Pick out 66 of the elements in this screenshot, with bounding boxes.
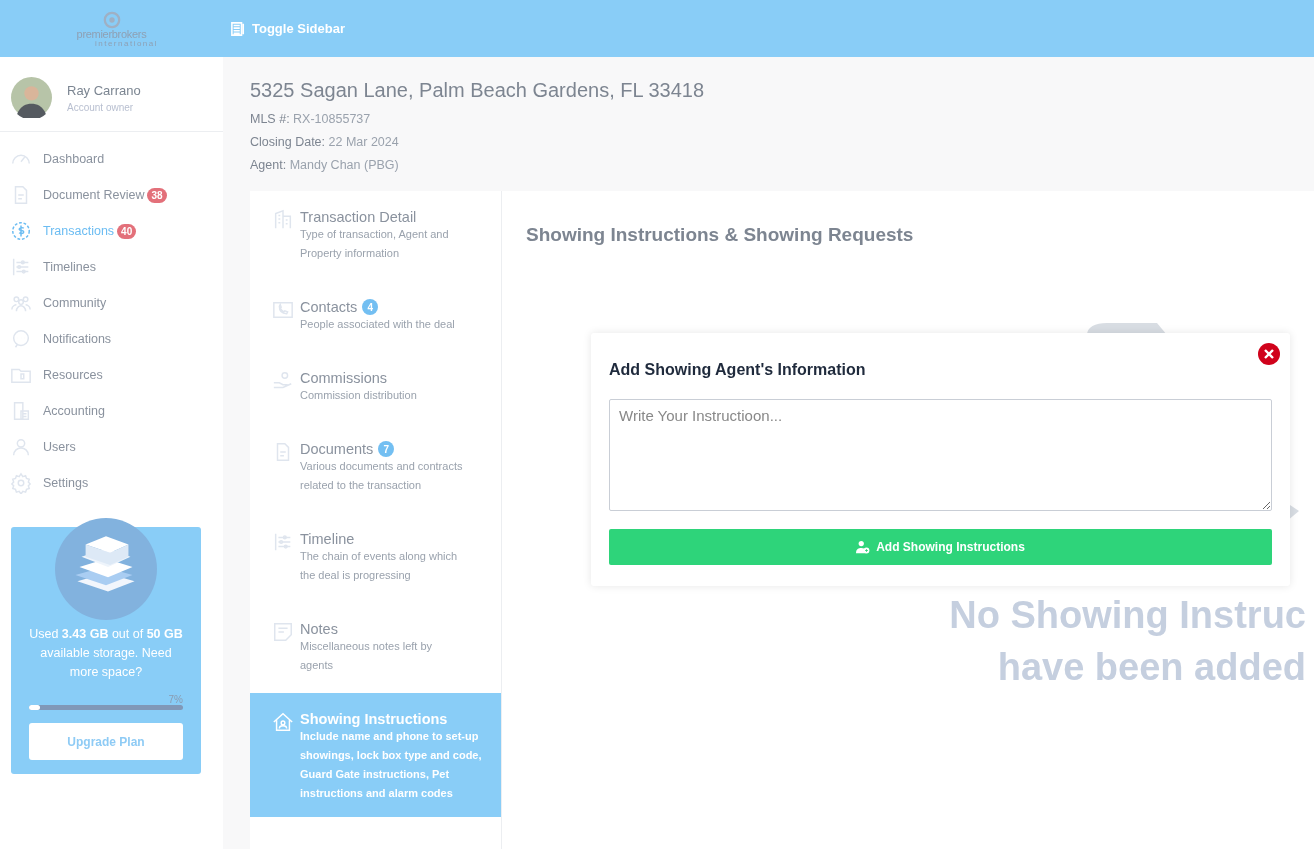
- property-field: Agent: Mandy Chan (PBG): [250, 154, 1314, 177]
- section-title: Timeline: [300, 531, 355, 547]
- section-tab[interactable]: Transaction Detail Type of transaction, Agent and Property information: [250, 191, 501, 281]
- nav-item[interactable]: Dashboard: [0, 141, 223, 177]
- section-tab[interactable]: Commissions Commission distribution: [250, 352, 501, 423]
- logo-text: premierbrokers: [76, 29, 147, 40]
- add-showing-instructions-button[interactable]: Add Showing Instructions: [609, 529, 1272, 565]
- nav-item[interactable]: Document Review 38: [0, 177, 223, 213]
- section-title: Transaction Detail: [300, 209, 417, 225]
- toggle-sidebar-button[interactable]: Toggle Sidebar: [231, 21, 345, 36]
- upgrade-plan-button[interactable]: Upgrade Plan: [29, 723, 183, 760]
- section-title: Contacts: [300, 299, 358, 315]
- nav-item[interactable]: Settings: [0, 465, 223, 501]
- building-icon: [272, 209, 294, 231]
- section-description: People associated with the deal: [300, 317, 455, 332]
- user-name: Ray Carrano: [67, 82, 141, 98]
- nav-item[interactable]: Timelines: [0, 249, 223, 285]
- chat-icon: [10, 328, 32, 350]
- count-badge: 7: [378, 441, 395, 457]
- property-address: 5325 Sagan Lane, Palm Beach Gardens, FL 33418: [250, 79, 706, 102]
- section-tab[interactable]: Timeline The chain of events along which the deal is progressing: [250, 513, 501, 603]
- property-field: MLS #: RX-10855737: [250, 108, 1314, 131]
- modal-title: Add Showing Agent's Information: [609, 361, 867, 379]
- section-description: Type of transaction, Agent and Property information: [300, 227, 450, 261]
- percent-label: 7%: [168, 694, 183, 705]
- user-add-icon: [856, 540, 871, 554]
- section-title: Documents: [300, 441, 374, 457]
- panel-title: Showing Instructions & Showing Requests: [526, 224, 915, 246]
- settings-icon: [10, 472, 32, 494]
- storage-text: Used 3.43 GB out of 50 GB available storage. Need more space?: [29, 626, 183, 681]
- empty-state-text: have been added: [997, 645, 1306, 690]
- logo-icon: [102, 11, 121, 29]
- property-field: Closing Date: 22 Mar 2024: [250, 131, 1314, 154]
- note-icon: [272, 621, 294, 643]
- nav-item[interactable]: Community: [0, 285, 223, 321]
- nav-item[interactable]: Accounting: [0, 393, 223, 429]
- nav-item[interactable]: Resources: [0, 357, 223, 393]
- close-button[interactable]: [1258, 343, 1280, 365]
- nav-item[interactable]: Users: [0, 429, 223, 465]
- empty-state-text: No Showing Instruc: [949, 593, 1306, 638]
- section-description: Miscellaneous notes left by agents: [300, 639, 434, 673]
- section-title: Showing Instructions: [300, 711, 448, 727]
- section-tab[interactable]: Notes Miscellaneous notes left by agents: [250, 603, 501, 693]
- house-icon: [272, 711, 294, 733]
- list-icon: [231, 21, 245, 36]
- section-description: The chain of events along which the deal is progressing: [300, 549, 459, 583]
- dollar-icon: [10, 220, 32, 242]
- avatar: [11, 77, 52, 118]
- user-role: Account owner: [67, 101, 135, 113]
- user-icon: [10, 436, 32, 458]
- phone-icon: [272, 299, 294, 321]
- nav-item[interactable]: Notifications: [0, 321, 223, 357]
- count-badge: 38: [147, 187, 167, 203]
- section-title: Notes: [300, 621, 338, 637]
- document-stack-icon: [55, 518, 157, 620]
- section-tab[interactable]: Documents 7 Various documents and contracts related to the transaction: [250, 423, 501, 513]
- section-title: Commissions: [300, 370, 387, 386]
- count-badge: 4: [362, 299, 379, 315]
- section-description: Various documents and contracts related to the transaction: [300, 459, 464, 493]
- instruction-input[interactable]: Write Your Instructioon...: [609, 399, 1272, 511]
- count-badge: 40: [117, 223, 137, 239]
- section-tab[interactable]: Showing Instructions Include name and phone to set-up showings, lock box type and code, Guard Gate instructions, Pet instructions and alarm codes: [250, 693, 501, 817]
- nav-item[interactable]: Transactions 40: [0, 213, 223, 249]
- section-description: Commission distribution: [300, 388, 417, 403]
- section-tab[interactable]: Contacts 4 People associated with the deal: [250, 281, 501, 352]
- section-description: Include name and phone to set-up showings, lock box type and code, Guard Gate instructions, Pet instructions and alarm codes: [300, 729, 482, 801]
